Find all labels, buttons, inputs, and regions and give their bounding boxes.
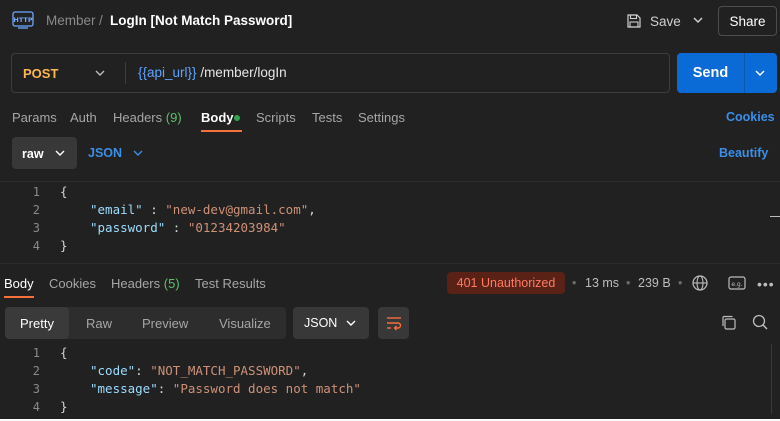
globe-icon[interactable]: [691, 274, 709, 292]
svg-text:HTTP: HTTP: [13, 16, 32, 24]
tab-scripts[interactable]: Scripts: [256, 110, 296, 125]
beautify-button[interactable]: Beautify: [719, 146, 768, 160]
json-sep: :: [135, 363, 151, 378]
json-comma: ,: [300, 363, 309, 378]
editor-scrollbar[interactable]: [770, 216, 780, 217]
tab-auth[interactable]: Auth: [70, 110, 97, 125]
response-tab-headers[interactable]: Headers (5): [111, 276, 180, 291]
chevron-down-icon[interactable]: [753, 66, 767, 80]
copy-icon[interactable]: [720, 314, 738, 332]
http-icon: HTTP: [12, 11, 34, 29]
meta-separator: •: [626, 276, 631, 290]
active-response-tab-indicator: [4, 296, 34, 298]
example-icon[interactable]: e.g.: [728, 275, 746, 291]
tab-body[interactable]: Body: [201, 110, 234, 125]
code-line-code: "code": "NOT_MATCH_PASSWORD",: [90, 363, 308, 378]
tab-settings[interactable]: Settings: [358, 110, 405, 125]
more-options-icon[interactable]: •••: [757, 276, 775, 292]
view-raw-button[interactable]: Raw: [86, 316, 112, 331]
chevron-down-icon[interactable]: [690, 12, 706, 28]
json-key: "code": [90, 363, 136, 378]
cookies-link[interactable]: Cookies: [726, 110, 775, 124]
status-badge[interactable]: 401 Unauthorized: [447, 272, 565, 294]
url-path: /member/logIn: [196, 65, 287, 80]
breadcrumb-separator: /: [99, 13, 103, 28]
response-size[interactable]: 239 B: [638, 276, 671, 290]
chevron-down-icon: [346, 320, 356, 326]
url-divider: [125, 62, 126, 84]
send-button[interactable]: Send: [677, 53, 744, 93]
json-value: "NOT_MATCH_PASSWORD": [150, 363, 301, 378]
line-number: 1: [32, 185, 40, 199]
json-comma: ,: [308, 202, 316, 217]
request-title[interactable]: LogIn [Not Match Password]: [110, 13, 292, 28]
response-tab-headers-count: (5): [163, 276, 180, 291]
active-tab-indicator: [201, 130, 242, 132]
line-number: 4: [32, 400, 40, 414]
code-brace-close: }: [60, 238, 68, 253]
save-label: Save: [650, 13, 681, 29]
request-body-editor[interactable]: [0, 181, 780, 257]
code-line-email: "email" : "new-dev@gmail.com",: [90, 202, 316, 217]
json-key: "password": [90, 220, 166, 235]
response-time[interactable]: 13 ms: [585, 276, 619, 290]
body-language-select[interactable]: JSON: [88, 146, 122, 160]
json-value: "new-dev@gmail.com": [165, 202, 309, 217]
response-scrollbar[interactable]: [771, 344, 772, 414]
response-tab-cookies[interactable]: Cookies: [49, 276, 96, 291]
line-number: 1: [32, 346, 40, 360]
tab-headers[interactable]: Headers (9): [113, 110, 182, 125]
line-number: 3: [32, 382, 40, 396]
tab-params[interactable]: Params: [12, 110, 57, 125]
url-variable: {{api_url}}: [138, 65, 197, 80]
body-modified-dot: [234, 115, 240, 121]
send-split-divider: [744, 53, 745, 93]
line-number: 4: [32, 239, 40, 253]
meta-separator: •: [572, 276, 577, 290]
tab-tests[interactable]: Tests: [312, 110, 342, 125]
search-icon[interactable]: [751, 313, 769, 331]
breadcrumb-parent[interactable]: Member: [46, 13, 96, 28]
response-tab-headers-label: Headers: [111, 276, 161, 291]
tab-headers-count: (9): [165, 110, 182, 125]
line-number: 2: [32, 203, 40, 217]
url-bar: [11, 53, 670, 93]
code-brace-open: {: [60, 345, 68, 360]
view-visualize-button[interactable]: Visualize: [219, 316, 271, 331]
response-tab-body[interactable]: Body: [4, 276, 34, 291]
json-sep: :: [142, 202, 166, 217]
json-sep: :: [157, 381, 173, 396]
json-key: "message": [90, 381, 158, 396]
line-number: 3: [32, 221, 40, 235]
view-pretty-button[interactable]: Pretty: [5, 307, 69, 339]
response-tab-test-results[interactable]: Test Results: [195, 276, 266, 291]
svg-text:e.g.: e.g.: [731, 281, 742, 288]
body-mode-label: raw: [22, 147, 44, 161]
tab-headers-label: Headers: [113, 110, 163, 125]
share-button[interactable]: Share: [718, 6, 777, 36]
code-line-password: "password" : "01234203984": [90, 220, 286, 235]
wrap-icon: [387, 317, 402, 331]
url-input[interactable]: {{api_url}} /member/logIn: [138, 65, 287, 80]
meta-separator: •: [678, 276, 683, 290]
json-key: "email": [90, 202, 143, 217]
response-format-label: JSON: [304, 316, 338, 330]
line-number: 2: [32, 364, 40, 378]
json-sep: :: [165, 220, 188, 235]
chevron-down-icon: [55, 150, 65, 156]
chevron-down-icon[interactable]: [131, 146, 145, 160]
code-brace-open: {: [60, 184, 68, 199]
save-button[interactable]: Save: [626, 8, 681, 34]
json-value: "01234203984": [187, 220, 286, 235]
code-line-message: "message": "Password does not match": [90, 381, 361, 396]
json-value: "Password does not match": [172, 381, 361, 396]
code-brace-close: }: [60, 399, 68, 414]
pane-divider[interactable]: [0, 263, 780, 264]
save-icon: [627, 14, 641, 28]
chevron-down-icon[interactable]: [93, 66, 107, 80]
view-preview-button[interactable]: Preview: [142, 316, 188, 331]
method-select[interactable]: POST: [23, 66, 58, 81]
